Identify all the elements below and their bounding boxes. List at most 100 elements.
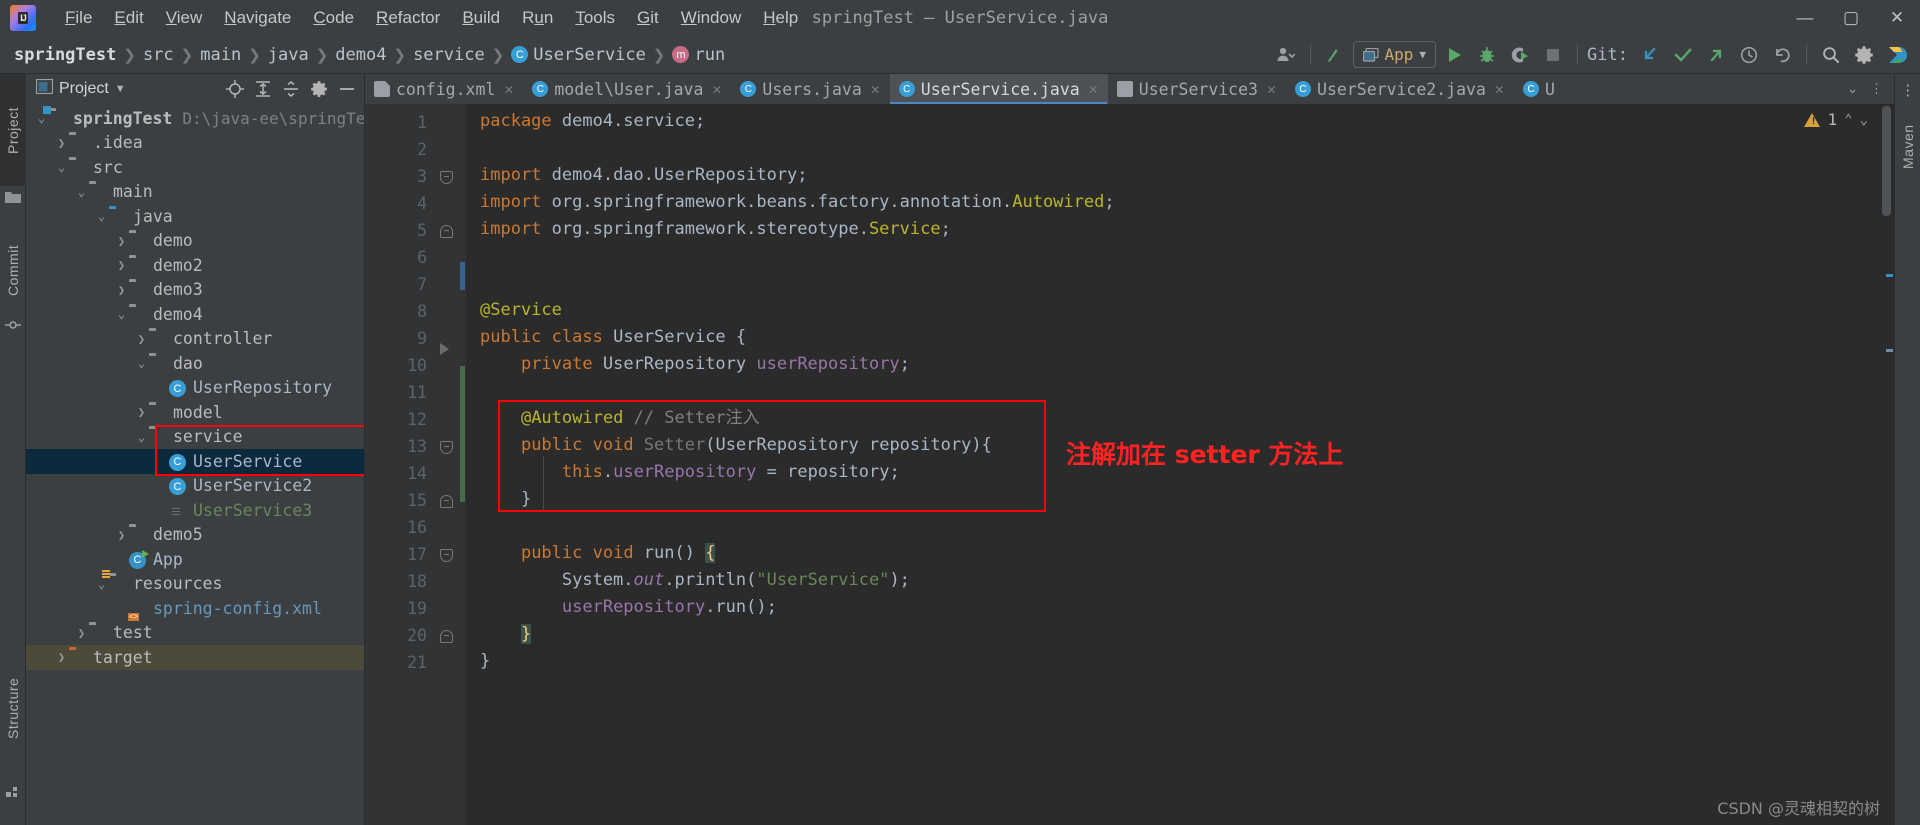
next-problem-icon[interactable]: ⌄ bbox=[1860, 112, 1868, 128]
close-tab-icon[interactable]: ✕ bbox=[712, 80, 721, 98]
chevron-down-icon[interactable]: ⌄ bbox=[54, 160, 69, 174]
chevron-right-icon[interactable]: ❯ bbox=[114, 258, 129, 272]
close-button[interactable]: ✕ bbox=[1874, 0, 1920, 36]
run-configuration-selector[interactable]: App ▼ bbox=[1352, 41, 1437, 68]
tree-item-java[interactable]: ⌄ java bbox=[26, 204, 364, 229]
fold-marker[interactable]: − bbox=[440, 441, 453, 454]
breadcrumb-item-userservice[interactable]: C UserService bbox=[511, 45, 646, 65]
menu-item-git[interactable]: Git bbox=[626, 4, 670, 32]
breadcrumb-item-springtest[interactable]: springTest bbox=[14, 45, 116, 65]
chevron-down-icon[interactable]: ▼ bbox=[115, 83, 126, 95]
project-tree[interactable]: ⌄ springTest D:\java-ee\springTes ❯ .idea ⌄ sr… bbox=[26, 104, 364, 825]
fold-marker[interactable]: − bbox=[440, 549, 453, 562]
chevron-right-icon[interactable]: ❯ bbox=[114, 528, 129, 542]
tree-item-demo5[interactable]: ❯ demo5 bbox=[26, 523, 364, 548]
chevron-right-icon[interactable]: ❯ bbox=[114, 283, 129, 297]
breadcrumb-item-src[interactable]: src bbox=[143, 45, 174, 65]
rail-button-structure[interactable]: Structure bbox=[0, 643, 26, 773]
menu-item-navigate[interactable]: Navigate bbox=[213, 4, 302, 32]
menu-item-tools[interactable]: Tools bbox=[564, 4, 626, 32]
tabs-menu-icon[interactable]: ⋮ bbox=[1865, 81, 1888, 97]
expand-all-icon[interactable] bbox=[252, 78, 274, 100]
close-tab-icon[interactable]: ✕ bbox=[1089, 80, 1098, 98]
tree-item-userrepository[interactable]: C UserRepository bbox=[26, 376, 364, 401]
chevron-down-icon[interactable]: ⌄ bbox=[134, 356, 149, 370]
locate-icon[interactable] bbox=[224, 78, 246, 100]
chevron-down-icon[interactable]: ⌄ bbox=[114, 307, 129, 321]
breadcrumb-item-main[interactable]: main bbox=[200, 45, 241, 65]
editor-tab-u[interactable]: CU bbox=[1514, 74, 1565, 104]
run-icon[interactable] bbox=[1439, 41, 1469, 69]
breadcrumb-item-service[interactable]: service bbox=[413, 45, 485, 65]
tree-item-resources[interactable]: ⌄ resources bbox=[26, 570, 364, 597]
tree-item-test[interactable]: ❯ test bbox=[26, 621, 364, 646]
menu-item-code[interactable]: Code bbox=[302, 4, 365, 32]
editor-tab-config-xml[interactable]: config.xml ✕ bbox=[365, 74, 523, 104]
prev-problem-icon[interactable]: ⌃ bbox=[1844, 112, 1852, 128]
maximize-button[interactable]: ▢ bbox=[1828, 0, 1874, 36]
chevron-down-icon[interactable]: ▼ bbox=[1419, 48, 1426, 61]
run-gutter-icon[interactable] bbox=[440, 343, 449, 355]
menu-item-help[interactable]: Help bbox=[752, 4, 809, 32]
chevron-right-icon[interactable]: ❯ bbox=[134, 405, 149, 419]
gear-icon[interactable] bbox=[308, 78, 330, 100]
fold-marker[interactable]: − bbox=[440, 171, 453, 184]
breadcrumb-item-java[interactable]: java bbox=[268, 45, 309, 65]
more-tool-windows-icon[interactable]: ⋮ bbox=[1895, 78, 1920, 102]
chevron-right-icon[interactable]: ❯ bbox=[54, 650, 69, 664]
collapse-all-icon[interactable] bbox=[280, 78, 302, 100]
menu-item-edit[interactable]: Edit bbox=[103, 4, 154, 32]
editor-tab-userservice3[interactable]: UserService3 ✕ bbox=[1108, 74, 1286, 104]
close-tab-icon[interactable]: ✕ bbox=[1495, 80, 1504, 98]
tree-item-app[interactable]: C App bbox=[26, 547, 364, 572]
rollback-icon[interactable] bbox=[1767, 41, 1797, 69]
tree-item-src[interactable]: ⌄ src bbox=[26, 155, 364, 180]
search-icon[interactable] bbox=[1816, 41, 1846, 69]
menu-item-run[interactable]: Run bbox=[511, 4, 564, 32]
fold-marker[interactable]: − bbox=[440, 225, 453, 238]
rail-button-commit[interactable]: Commit bbox=[0, 224, 26, 316]
tree-item-spring-config-xml[interactable]: <> spring-config.xml bbox=[26, 596, 364, 621]
tree-item-demo2[interactable]: ❯ demo2 bbox=[26, 253, 364, 278]
rail-button-project[interactable]: Project bbox=[0, 74, 26, 186]
editor-tab-users-java[interactable]: C Users.java ✕ bbox=[731, 74, 889, 104]
chevron-right-icon[interactable]: ❯ bbox=[54, 136, 69, 150]
tree-item-dao[interactable]: ⌄ dao bbox=[26, 351, 364, 376]
tree-item-target[interactable]: ❯ target bbox=[26, 645, 364, 670]
chevron-right-icon[interactable]: ❯ bbox=[74, 626, 89, 640]
tree-item-userservice[interactable]: C UserService bbox=[26, 449, 364, 474]
git-push-icon[interactable] bbox=[1701, 41, 1731, 69]
tree-item-demo4[interactable]: ⌄ demo4 bbox=[26, 302, 364, 327]
chevron-down-icon[interactable]: ⌄ bbox=[134, 430, 149, 444]
hide-panel-icon[interactable] bbox=[336, 78, 358, 100]
close-tab-icon[interactable]: ✕ bbox=[504, 80, 513, 98]
tree-item-userservice2[interactable]: C UserService2 bbox=[26, 474, 364, 499]
debug-icon[interactable] bbox=[1472, 41, 1502, 69]
minimize-button[interactable]: — bbox=[1782, 0, 1828, 36]
stop-icon[interactable] bbox=[1538, 41, 1568, 69]
breadcrumb-item-demo4[interactable]: demo4 bbox=[335, 45, 386, 65]
close-tab-icon[interactable]: ✕ bbox=[1267, 80, 1276, 98]
menu-item-build[interactable]: Build bbox=[451, 4, 511, 32]
git-update-icon[interactable] bbox=[1635, 41, 1665, 69]
code-folding-gutter[interactable]: − − − − − − bbox=[437, 104, 459, 825]
editor-scrollbar[interactable] bbox=[1880, 104, 1894, 825]
inspection-widget[interactable]: 1 ⌃ ⌄ bbox=[1804, 110, 1868, 129]
tree-item-userservice3[interactable]: UserService3 bbox=[26, 498, 364, 523]
fold-marker[interactable]: − bbox=[440, 630, 453, 643]
tree-item-main[interactable]: ⌄ main bbox=[26, 180, 364, 205]
build-icon[interactable] bbox=[1320, 41, 1350, 69]
tabs-overflow-icon[interactable]: ⌄ bbox=[1842, 81, 1863, 97]
menu-item-window[interactable]: Window bbox=[670, 4, 752, 32]
code-editor[interactable]: package demo4.service; import demo4.dao.U… bbox=[466, 104, 1880, 825]
menu-item-file[interactable]: File bbox=[54, 4, 103, 32]
editor-tab-model-user-java[interactable]: Cmodel\User.java ✕ bbox=[523, 74, 731, 104]
tree-item-demo3[interactable]: ❯ demo3 bbox=[26, 278, 364, 303]
settings-gear-icon[interactable] bbox=[1849, 41, 1879, 69]
chevron-right-icon[interactable]: ❯ bbox=[134, 332, 149, 346]
history-icon[interactable] bbox=[1734, 41, 1764, 69]
editor-tab-userservice-java[interactable]: C UserService.java ✕ bbox=[889, 74, 1108, 104]
tree-item-model[interactable]: ❯ model bbox=[26, 400, 364, 425]
tree-item-controller[interactable]: ❯ controller bbox=[26, 327, 364, 352]
close-tab-icon[interactable]: ✕ bbox=[871, 80, 880, 98]
